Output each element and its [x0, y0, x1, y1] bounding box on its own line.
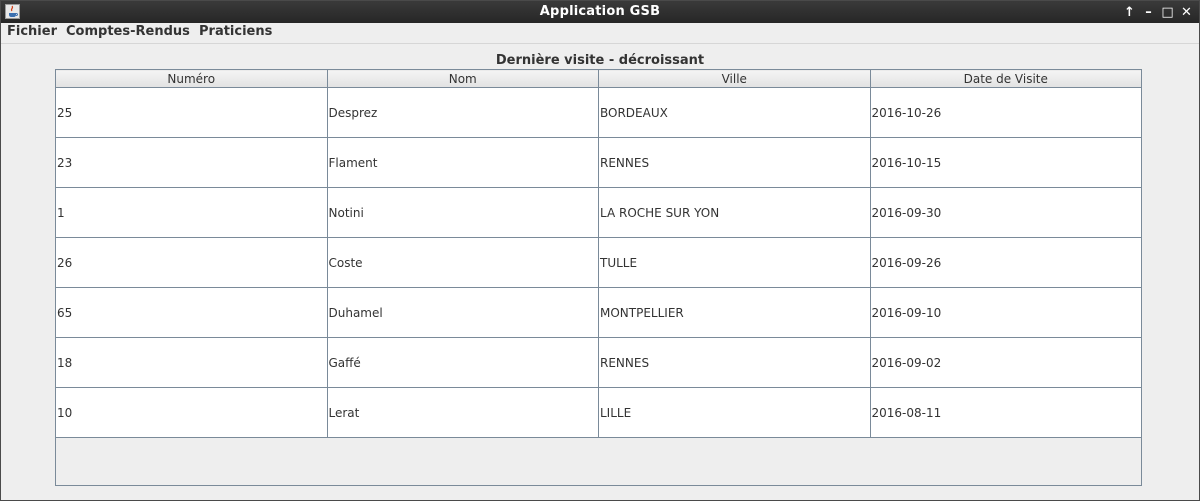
- minimize-icon[interactable]: –: [1142, 3, 1155, 21]
- cell-ville[interactable]: RENNES: [598, 337, 871, 388]
- cell-numero[interactable]: 10: [55, 387, 328, 438]
- visits-table-scrollpane[interactable]: Numéro Nom Ville Date de Visite 25 Despr…: [55, 69, 1142, 486]
- keep-on-top-icon[interactable]: ↑: [1123, 3, 1136, 21]
- cell-ville[interactable]: LA ROCHE SUR YON: [598, 187, 871, 238]
- table-row[interactable]: 10 Lerat LILLE 2016-08-11: [55, 387, 1142, 438]
- table-header-row: Numéro Nom Ville Date de Visite: [55, 69, 1142, 88]
- cell-date[interactable]: 2016-08-11: [869, 387, 1142, 438]
- cell-ville[interactable]: RENNES: [598, 137, 871, 188]
- cell-date[interactable]: 2016-09-26: [869, 237, 1142, 288]
- cell-nom[interactable]: Notini: [326, 187, 599, 238]
- menu-fichier[interactable]: Fichier: [7, 24, 57, 39]
- cell-ville[interactable]: TULLE: [598, 237, 871, 288]
- table-row[interactable]: 26 Coste TULLE 2016-09-26: [55, 237, 1142, 288]
- table-row[interactable]: 65 Duhamel MONTPELLIER 2016-09-10: [55, 287, 1142, 338]
- table-title: Dernière visite - décroissant: [495, 53, 705, 68]
- table-row[interactable]: 18 Gaffé RENNES 2016-09-02: [55, 337, 1142, 388]
- window-title: Application GSB: [539, 4, 661, 19]
- column-header-nom[interactable]: Nom: [326, 69, 599, 88]
- cell-nom[interactable]: Desprez: [326, 87, 599, 138]
- cell-numero[interactable]: 26: [55, 237, 328, 288]
- cell-date[interactable]: 2016-10-15: [869, 137, 1142, 188]
- cell-nom[interactable]: Lerat: [326, 387, 599, 438]
- cell-nom[interactable]: Duhamel: [326, 287, 599, 338]
- table-row[interactable]: 23 Flament RENNES 2016-10-15: [55, 137, 1142, 188]
- close-icon[interactable]: ✕: [1180, 3, 1193, 21]
- cell-ville[interactable]: MONTPELLIER: [598, 287, 871, 338]
- visits-table: Numéro Nom Ville Date de Visite 25 Despr…: [55, 69, 1142, 438]
- cell-numero[interactable]: 65: [55, 287, 328, 338]
- menu-bar: Fichier Comptes-Rendus Praticiens: [1, 23, 1199, 44]
- table-row[interactable]: 1 Notini LA ROCHE SUR YON 2016-09-30: [55, 187, 1142, 238]
- cell-ville[interactable]: BORDEAUX: [598, 87, 871, 138]
- cell-numero[interactable]: 23: [55, 137, 328, 188]
- cell-nom[interactable]: Coste: [326, 237, 599, 288]
- column-header-ville[interactable]: Ville: [598, 69, 871, 88]
- window-controls: ↑ – □ ✕: [1123, 3, 1193, 21]
- cell-numero[interactable]: 1: [55, 187, 328, 238]
- cell-nom[interactable]: Gaffé: [326, 337, 599, 388]
- cell-numero[interactable]: 18: [55, 337, 328, 388]
- cell-date[interactable]: 2016-09-30: [869, 187, 1142, 238]
- cell-ville[interactable]: LILLE: [598, 387, 871, 438]
- cell-date[interactable]: 2016-09-10: [869, 287, 1142, 338]
- maximize-icon[interactable]: □: [1161, 3, 1174, 21]
- cell-date[interactable]: 2016-10-26: [869, 87, 1142, 138]
- title-bar[interactable]: Application GSB ↑ – □ ✕: [1, 1, 1199, 23]
- cell-nom[interactable]: Flament: [326, 137, 599, 188]
- table-row[interactable]: 25 Desprez BORDEAUX 2016-10-26: [55, 87, 1142, 138]
- menu-comptes-rendus[interactable]: Comptes-Rendus: [66, 24, 190, 39]
- column-header-numero[interactable]: Numéro: [55, 69, 328, 88]
- cell-numero[interactable]: 25: [55, 87, 328, 138]
- column-header-date-de-visite[interactable]: Date de Visite: [869, 69, 1142, 88]
- menu-praticiens[interactable]: Praticiens: [199, 24, 272, 39]
- cell-date[interactable]: 2016-09-02: [869, 337, 1142, 388]
- application-window: Application GSB ↑ – □ ✕ Fichier Comptes-…: [0, 0, 1200, 501]
